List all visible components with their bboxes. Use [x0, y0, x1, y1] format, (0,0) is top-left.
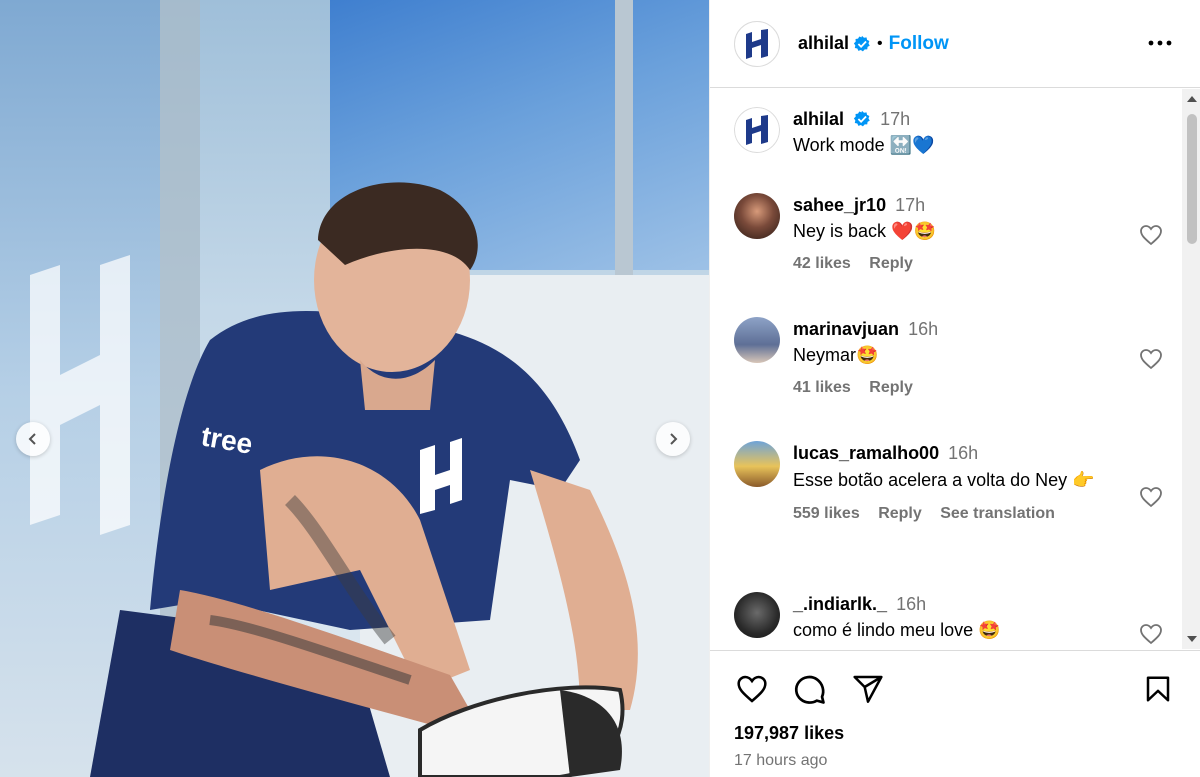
caption-username[interactable]: alhilal: [793, 109, 844, 129]
comment-time: 16h: [908, 319, 939, 339]
heart-icon[interactable]: [1139, 223, 1163, 247]
save-button[interactable]: [1140, 671, 1176, 707]
caption-avatar[interactable]: [734, 107, 780, 153]
share-icon: [853, 675, 883, 703]
comment-text: como é lindo meu love 🤩: [793, 620, 1001, 640]
comment-button[interactable]: [792, 671, 828, 707]
heart-icon: [737, 675, 767, 703]
comment-text: Ney is back ❤️🤩: [793, 221, 936, 241]
post-header: alhilal • Follow: [710, 0, 1200, 88]
commenter-avatar[interactable]: [734, 592, 780, 638]
caption-time: 17h: [880, 109, 911, 129]
comments-list[interactable]: alhilal 17h Work mode 🔛💙 sahee_jr10 17h: [710, 89, 1200, 649]
alhilal-logo-icon: [746, 28, 768, 59]
verified-badge-icon: [853, 110, 870, 127]
scroll-down-arrow[interactable]: [1187, 636, 1197, 642]
commenter-username[interactable]: sahee_jr10: [793, 195, 886, 215]
see-translation-button[interactable]: See translation: [940, 505, 1055, 522]
scroll-thumb[interactable]: [1187, 114, 1197, 244]
verified-badge-icon: [853, 35, 870, 51]
commenter-username[interactable]: _.indiarlk._: [793, 594, 887, 614]
caption-text: Work mode 🔛💙: [793, 135, 935, 155]
share-button[interactable]: [850, 671, 886, 707]
post-details-panel: alhilal • Follow alhilal 17h Work mode 🔛…: [709, 0, 1200, 777]
post-image: tree: [0, 0, 709, 777]
player-figure: tree: [90, 182, 638, 777]
commenter-username[interactable]: lucas_ramalho00: [793, 443, 939, 463]
heart-icon[interactable]: [1139, 485, 1163, 509]
comment-likes[interactable]: 41 likes: [793, 379, 851, 396]
post-footer: 197,987 likes 17 hours ago: [710, 650, 1200, 777]
separator-dot: •: [877, 34, 883, 52]
reply-button[interactable]: Reply: [878, 505, 922, 522]
comment-time: 17h: [895, 195, 926, 215]
comment-icon: [794, 675, 825, 704]
next-image-button[interactable]: [656, 422, 690, 456]
comment-time: 16h: [948, 443, 979, 463]
chevron-left-icon: [28, 433, 36, 445]
follow-button[interactable]: Follow: [889, 33, 949, 55]
comment-time: 16h: [896, 594, 927, 614]
more-options-button[interactable]: [1147, 30, 1173, 56]
post-timestamp[interactable]: 17 hours ago: [734, 752, 827, 770]
reply-button[interactable]: Reply: [869, 255, 913, 272]
commenter-avatar[interactable]: [734, 193, 780, 239]
author-username[interactable]: alhilal: [798, 33, 849, 54]
previous-image-button[interactable]: [16, 422, 50, 456]
commenter-avatar[interactable]: [734, 317, 780, 363]
chevron-right-icon: [670, 433, 678, 445]
more-options-icon: [1148, 40, 1172, 46]
action-bar: [734, 671, 1174, 707]
alhilal-logo-icon: [746, 115, 768, 145]
reply-button[interactable]: Reply: [869, 379, 913, 396]
comments-scrollbar[interactable]: [1182, 89, 1200, 649]
commenter-avatar[interactable]: [734, 441, 780, 487]
comment-likes[interactable]: 559 likes: [793, 505, 860, 522]
bookmark-icon: [1146, 676, 1170, 702]
comment-text: Esse botão acelera a volta do Ney 👉: [793, 470, 1095, 490]
commenter-username[interactable]: marinavjuan: [793, 319, 899, 339]
heart-icon[interactable]: [1139, 622, 1163, 646]
scroll-up-arrow[interactable]: [1187, 96, 1197, 102]
likes-count[interactable]: 197,987 likes: [734, 723, 844, 744]
heart-icon[interactable]: [1139, 347, 1163, 371]
like-button[interactable]: [734, 671, 770, 707]
comment-text: Neymar🤩: [793, 345, 879, 365]
author-avatar[interactable]: [734, 20, 780, 67]
comment-likes[interactable]: 42 likes: [793, 255, 851, 272]
